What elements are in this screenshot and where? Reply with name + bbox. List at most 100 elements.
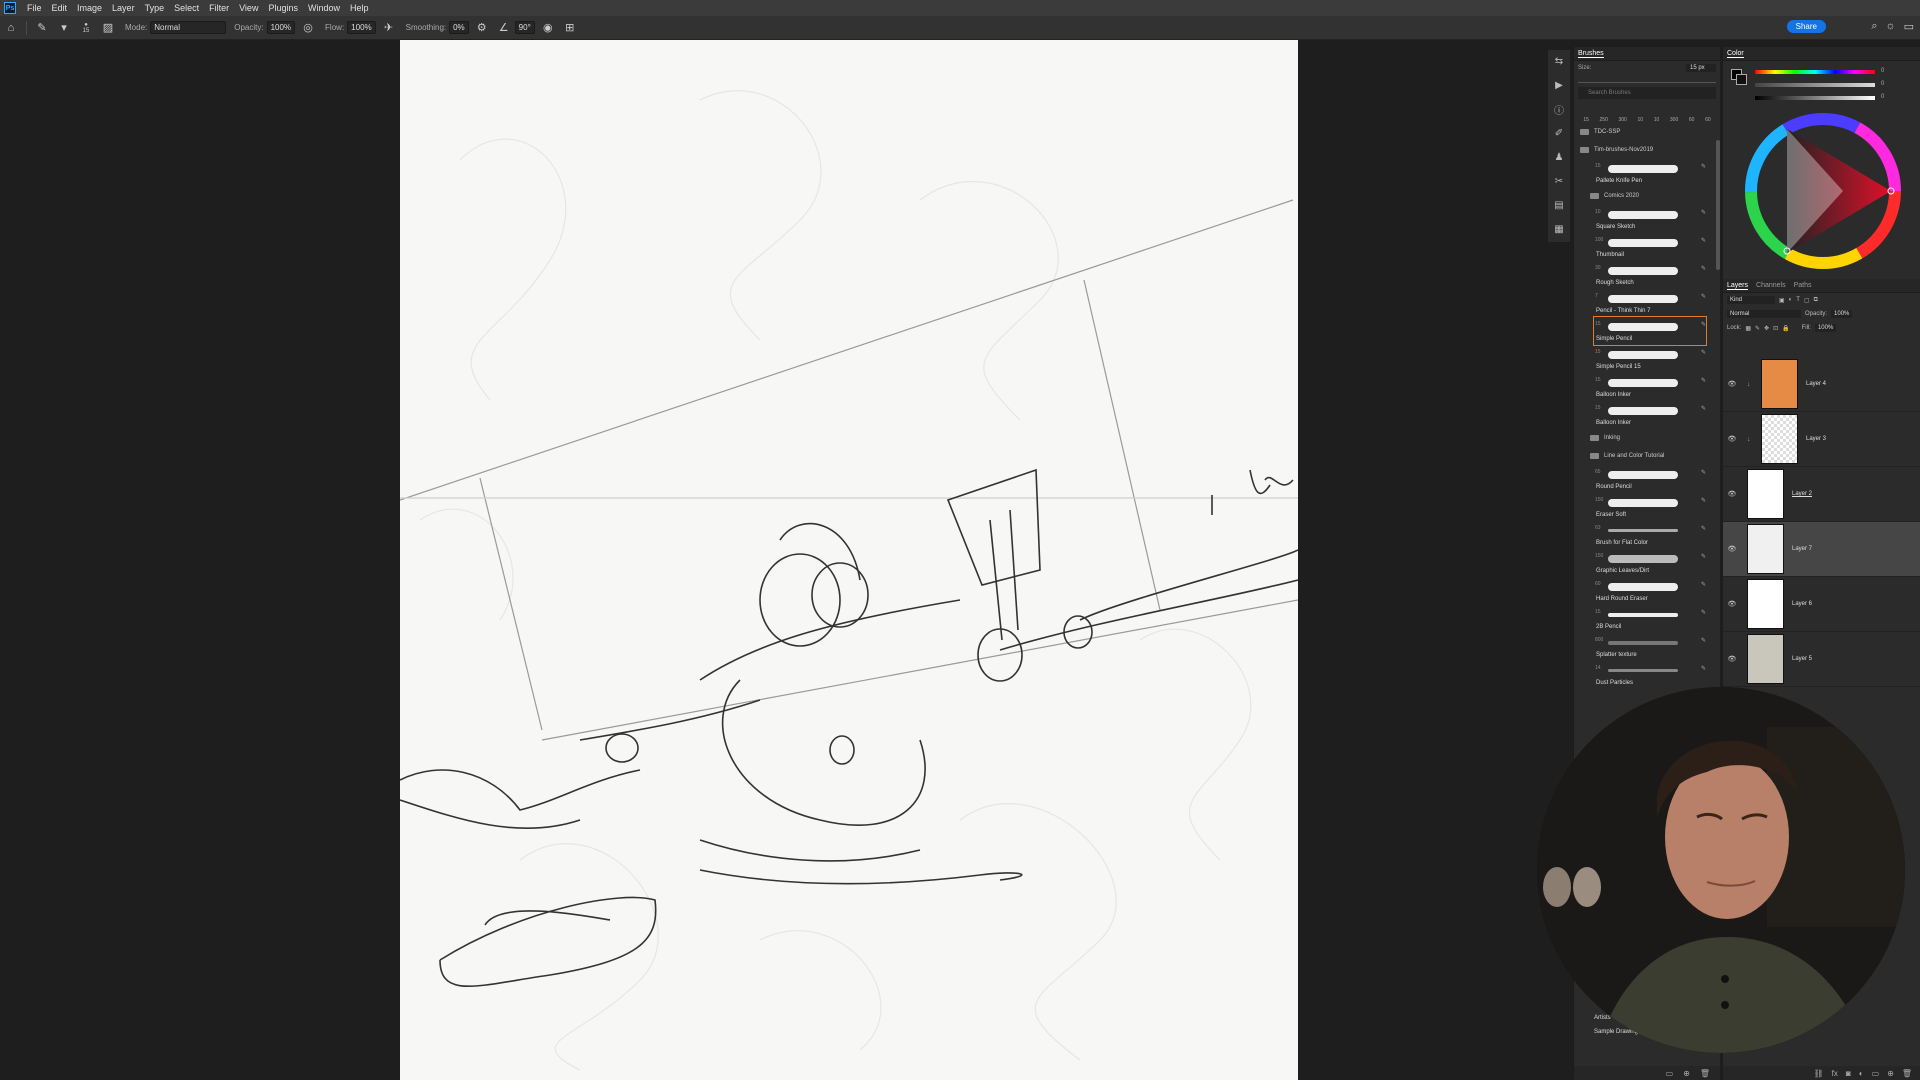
- new-group-icon[interactable]: ▭: [1872, 1069, 1880, 1078]
- tab-layers[interactable]: Layers: [1727, 282, 1749, 290]
- brush-group[interactable]: Line and Color Tutorial: [1574, 447, 1720, 465]
- brush-item[interactable]: 150 Graphic Leaves/Dirt ✎: [1594, 549, 1706, 577]
- brush-item[interactable]: 15 Simple Pencil 15 ✎: [1594, 345, 1706, 373]
- brush-item-selected[interactable]: 15 Simple Pencil ✎: [1593, 316, 1707, 346]
- recent-brush[interactable]: 10: [1654, 117, 1660, 123]
- filter-shape-icon[interactable]: ▢: [1804, 297, 1810, 304]
- brush-item[interactable]: 15 Balloon Inker ✎: [1594, 373, 1706, 401]
- blend-mode-select[interactable]: Normal: [1727, 310, 1801, 318]
- search-icon[interactable]: ⌕: [1871, 20, 1877, 33]
- layer-row[interactable]: 👁 Layer 6: [1723, 577, 1920, 632]
- visibility-eye-icon[interactable]: 👁: [1723, 435, 1741, 443]
- layer-row[interactable]: 👁 Layer 2: [1723, 467, 1920, 522]
- brush-item[interactable]: 10 Square Sketch ✎: [1594, 205, 1706, 233]
- brush-settings-panel-icon[interactable]: ✐: [1552, 126, 1566, 140]
- recent-brush[interactable]: 60: [1705, 117, 1711, 123]
- menu-layer[interactable]: Layer: [107, 3, 140, 13]
- add-mask-icon[interactable]: ◙: [1846, 1069, 1851, 1078]
- trash-icon[interactable]: 🗑: [1902, 1069, 1912, 1078]
- brush-group[interactable]: Comics 2020: [1574, 187, 1720, 205]
- color-panel-title[interactable]: Color: [1727, 50, 1744, 58]
- symmetry-icon[interactable]: ⊞: [563, 21, 577, 35]
- slider-value[interactable]: 0: [1881, 68, 1884, 74]
- libraries-icon[interactable]: ▤: [1552, 198, 1566, 212]
- adjustment-layer-icon[interactable]: ◐: [1859, 1069, 1864, 1078]
- visibility-eye-icon[interactable]: 👁: [1723, 490, 1741, 498]
- visibility-eye-icon[interactable]: 👁: [1723, 655, 1741, 663]
- tab-channels[interactable]: Channels: [1756, 282, 1786, 289]
- menu-plugins[interactable]: Plugins: [263, 3, 303, 13]
- brush-item[interactable]: 65 Round Pencil ✎: [1594, 465, 1706, 493]
- recent-brush[interactable]: 10: [1637, 117, 1643, 123]
- saturation-slider[interactable]: [1755, 83, 1875, 87]
- layer-row-selected[interactable]: 👁 Layer 7: [1723, 522, 1920, 577]
- brush-item[interactable]: 30 Rough Sketch ✎: [1594, 261, 1706, 289]
- recent-brush[interactable]: 300: [1670, 117, 1678, 123]
- brush-group[interactable]: Tim-brushes-Nov2019: [1574, 141, 1720, 159]
- brush-size-field[interactable]: 15 px: [1686, 64, 1716, 72]
- layer-name[interactable]: Layer 4: [1806, 381, 1826, 387]
- new-brush-icon[interactable]: ⊕: [1683, 1069, 1690, 1078]
- layer-name[interactable]: Layer 3: [1806, 436, 1826, 442]
- brush-tool-icon[interactable]: ✎: [35, 21, 49, 35]
- menu-view[interactable]: View: [234, 3, 263, 13]
- color-wheel[interactable]: [1743, 111, 1903, 271]
- pressure-size-icon[interactable]: ◉: [541, 21, 555, 35]
- brush-item[interactable]: 800 Splatter texture ✎: [1594, 633, 1706, 661]
- flow-field[interactable]: 100%: [347, 21, 376, 34]
- menu-edit[interactable]: Edit: [47, 3, 73, 13]
- brush-search-input[interactable]: Search Brushes: [1578, 87, 1716, 99]
- brush-item[interactable]: 63 Brush for Flat Color ✎: [1594, 521, 1706, 549]
- slider-value[interactable]: 0: [1881, 94, 1884, 100]
- brushes-scrollbar[interactable]: [1716, 140, 1720, 270]
- menu-type[interactable]: Type: [140, 3, 170, 13]
- lock-paint-icon[interactable]: ✎: [1755, 325, 1760, 332]
- brush-item[interactable]: 7 Pencil - Think Thin 7 ✎: [1594, 289, 1706, 317]
- visibility-eye-icon[interactable]: 👁: [1723, 600, 1741, 608]
- chevron-down-icon[interactable]: ▾: [57, 21, 71, 35]
- drawing-canvas[interactable]: [400, 40, 1298, 1080]
- brushes-panel-title[interactable]: Brushes: [1578, 50, 1604, 58]
- layer-name[interactable]: Layer 6: [1792, 601, 1812, 607]
- tab-paths[interactable]: Paths: [1794, 282, 1812, 289]
- clone-source-icon[interactable]: ♟: [1552, 150, 1566, 164]
- gear-icon[interactable]: ⚙: [475, 21, 489, 35]
- pressure-opacity-icon[interactable]: ◎: [301, 21, 315, 35]
- brush-item[interactable]: 15 2B Pencil ✎: [1594, 605, 1706, 633]
- hue-slider[interactable]: [1755, 70, 1875, 74]
- lock-move-icon[interactable]: ✥: [1764, 325, 1769, 332]
- share-button[interactable]: Share: [1786, 20, 1826, 33]
- brush-item[interactable]: 60 Hard Round Eraser ✎: [1594, 577, 1706, 605]
- home-icon[interactable]: ⌂: [4, 21, 18, 35]
- layer-opacity-field[interactable]: 100%: [1831, 310, 1853, 318]
- brush-group[interactable]: TDC-SSP: [1574, 123, 1720, 141]
- brush-item[interactable]: 14 Dust Particles ✎: [1594, 661, 1706, 689]
- lock-artboard-icon[interactable]: ⊡: [1773, 325, 1778, 332]
- brush-item[interactable]: 15 Balloon Inker ✎: [1594, 401, 1706, 429]
- brush-item[interactable]: 150 Eraser Soft ✎: [1594, 493, 1706, 521]
- tool-presets-icon[interactable]: ✂: [1552, 174, 1566, 188]
- brush-item[interactable]: 100 Thumbnail ✎: [1594, 233, 1706, 261]
- fill-field[interactable]: 100%: [1814, 324, 1837, 332]
- discover-icon[interactable]: ☼: [1886, 20, 1896, 33]
- history-icon[interactable]: ⇆: [1552, 54, 1566, 68]
- background-swatch[interactable]: [1736, 74, 1747, 85]
- recent-brush[interactable]: 300: [1619, 117, 1627, 123]
- info-icon[interactable]: ⓘ: [1552, 102, 1566, 117]
- play-icon[interactable]: ▶: [1552, 78, 1566, 92]
- trash-icon[interactable]: 🗑: [1700, 1069, 1710, 1078]
- layer-row[interactable]: 👁 ↓ Layer 3: [1723, 412, 1920, 467]
- new-group-icon[interactable]: ▭: [1666, 1069, 1674, 1078]
- airbrush-icon[interactable]: ✈: [382, 21, 396, 35]
- fx-icon[interactable]: fx: [1832, 1069, 1838, 1078]
- workspace-icon[interactable]: ▭: [1904, 20, 1914, 33]
- recent-brush[interactable]: 60: [1689, 117, 1695, 123]
- filter-smart-icon[interactable]: ⧉: [1814, 297, 1818, 304]
- layer-row[interactable]: 👁 Layer 5: [1723, 632, 1920, 687]
- size-slider[interactable]: [1578, 75, 1716, 83]
- menu-select[interactable]: Select: [169, 3, 204, 13]
- visibility-eye-icon[interactable]: 👁: [1723, 380, 1741, 388]
- menu-file[interactable]: File: [22, 3, 47, 13]
- layer-row[interactable]: 👁 ↓ Layer 4: [1723, 357, 1920, 412]
- angle-field[interactable]: 90°: [514, 21, 535, 34]
